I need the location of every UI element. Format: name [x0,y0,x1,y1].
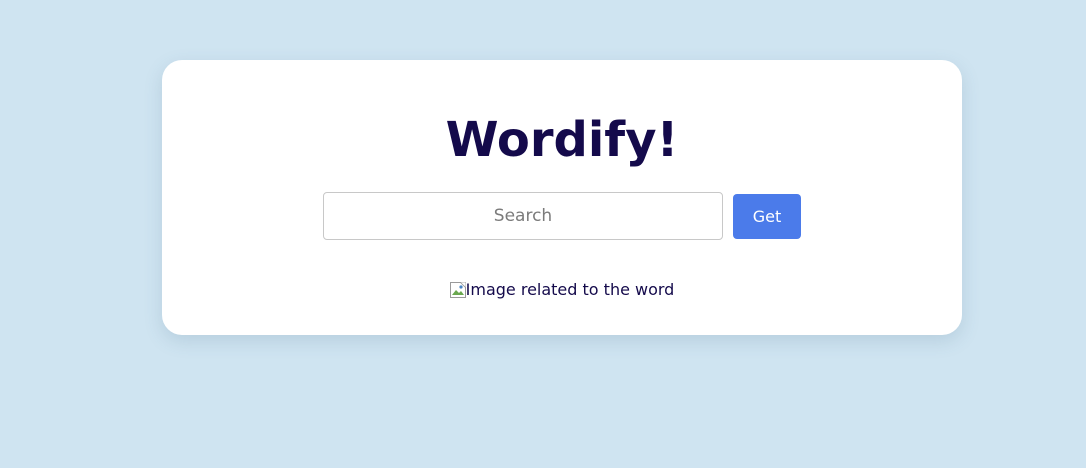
main-card: Wordify! Get Image related to the word [162,60,962,335]
search-input[interactable] [323,192,723,240]
result-image-alt-text: Image related to the word [465,280,675,299]
search-row: Get [323,192,801,240]
app-title: Wordify! [445,112,679,168]
broken-image-icon [449,281,466,298]
get-button[interactable]: Get [733,193,801,239]
result-image-container: Image related to the word [162,280,962,299]
result-image: Image related to the word [449,280,675,299]
